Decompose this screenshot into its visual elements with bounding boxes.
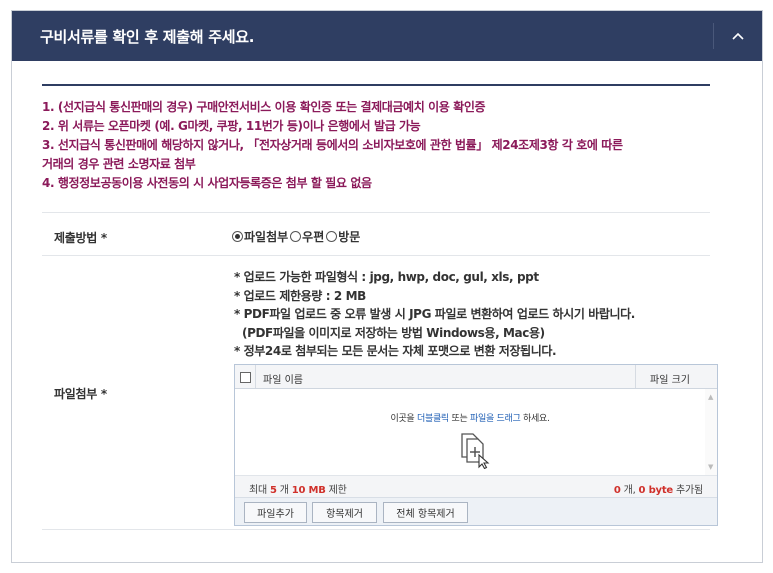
radio-visit[interactable]: 방문 <box>326 228 360 245</box>
radio-file-attach[interactable]: 파일첨부 <box>232 228 288 245</box>
double-click-text: 더블클릭 <box>416 414 449 424</box>
radio-button[interactable] <box>326 231 338 242</box>
remove-all-button[interactable]: 전체 항목제거 <box>383 502 468 523</box>
drop-instructions: 이곳을 더블클릭 또는 파일을 드래그 하세요. <box>235 411 705 424</box>
added-text: 개, <box>620 485 639 496</box>
limit-text: 제한 <box>325 485 347 496</box>
divider <box>42 212 710 213</box>
notice-item: 2. 위 서류는 오픈마켓 (예. G마켓, 쿠팡, 11번가 등)이나 은행에… <box>42 119 421 133</box>
notice-item: 4. 행정정보공동이용 사전동의 시 사업자등록증은 첨부 할 필요 없음 <box>42 176 372 190</box>
limit-text: 개 <box>276 485 292 496</box>
radio-button-checked[interactable] <box>232 231 243 242</box>
guide-line: * 정부24로 첨부되는 모든 문서는 자체 포맷으로 변환 저장됩니다. <box>234 344 557 358</box>
submission-method-label: 제출방법 * <box>54 231 107 245</box>
added-size: 0 byte <box>638 485 674 496</box>
drop-text: 이곳을 <box>390 414 417 424</box>
added-text: 추가됨 <box>673 485 703 496</box>
file-uploader: 파일 이름 파일 크기 이곳을 더블클릭 또는 파일을 드래그 하세요. ▲ ▼… <box>234 364 718 526</box>
remove-item-button[interactable]: 항목제거 <box>312 502 377 523</box>
added-count: 0 <box>613 485 621 496</box>
guide-line: (PDF파일을 이미지로 저장하는 방법 Windows용, Mac용) <box>242 325 545 340</box>
upload-status-bar: 최대 5 개 10 MB 제한 0 개, 0 byte 추가됨 <box>235 475 717 497</box>
select-all-checkbox[interactable] <box>240 372 251 383</box>
radio-label: 파일첨부 <box>244 230 289 244</box>
guide-line: * PDF파일 업로드 중 오류 발생 시 JPG 파일로 변환하여 업로드 하… <box>234 307 635 321</box>
drop-text: 또는 <box>448 414 470 424</box>
notice-item: 3. 선지급식 통신판매에 해당하지 않거나, 「전자상거래 등에서의 소비자보… <box>42 138 623 152</box>
add-file-button[interactable]: 파일추가 <box>244 502 307 523</box>
divider <box>42 255 710 256</box>
column-file-name: 파일 이름 <box>263 375 303 386</box>
radio-mail[interactable]: 우편 <box>290 228 324 245</box>
collapse-button[interactable] <box>714 11 762 61</box>
drag-file-text: 파일을 드래그 <box>470 414 521 424</box>
file-table-header: 파일 이름 파일 크기 <box>235 365 717 389</box>
panel-header: 구비서류를 확인 후 제출해 주세요. <box>12 11 762 61</box>
upload-added: 0 개, 0 byte 추가됨 <box>614 481 703 496</box>
radio-label: 방문 <box>338 230 361 244</box>
panel-title: 구비서류를 확인 후 제출해 주세요. <box>40 28 255 46</box>
scroll-down-arrow-icon[interactable]: ▼ <box>708 463 713 471</box>
section-rule <box>42 84 710 86</box>
radio-label: 우편 <box>302 230 325 244</box>
scroll-up-arrow-icon[interactable]: ▲ <box>708 393 713 401</box>
drop-text: 하세요. <box>520 414 550 424</box>
notice-item: 1. (선지급식 통신판매의 경우) 구매안전서비스 이용 확인증 또는 결제대… <box>42 100 486 114</box>
guide-line: * 업로드 제한용량 : 2 MB <box>234 288 366 303</box>
column-file-size: 파일 크기 <box>650 375 690 386</box>
file-attach-label: 파일첨부 * <box>54 387 107 401</box>
upload-limit: 최대 5 개 10 MB 제한 <box>249 481 347 496</box>
file-drop-zone[interactable]: 이곳을 더블클릭 또는 파일을 드래그 하세요. ▲ ▼ <box>235 389 717 475</box>
scrollbar[interactable]: ▲ ▼ <box>705 389 717 475</box>
limit-text: 최대 <box>249 485 270 496</box>
upload-guide: * 업로드 가능한 파일형식 : jpg, hwp, doc, gul, xls… <box>234 268 635 361</box>
notice-list: 1. (선지급식 통신판매의 경우) 구매안전서비스 이용 확인증 또는 결제대… <box>42 98 710 193</box>
guide-line: * 업로드 가능한 파일형식 : jpg, hwp, doc, gul, xls… <box>234 270 539 284</box>
radio-button[interactable] <box>290 231 302 242</box>
chevron-up-icon <box>732 32 744 40</box>
add-file-icon <box>461 433 490 469</box>
submission-method-radios: 파일첨부 우편 방문 <box>232 228 362 245</box>
column-divider <box>635 365 636 388</box>
limit-size: 10 MB <box>291 485 326 496</box>
uploader-actions: 파일추가 항목제거 전체 항목제거 <box>235 497 717 525</box>
column-divider <box>255 365 256 388</box>
divider <box>42 529 710 530</box>
notice-item: 거래의 경우 관련 소명자료 첨부 <box>42 157 196 171</box>
limit-count: 5 <box>269 485 277 496</box>
